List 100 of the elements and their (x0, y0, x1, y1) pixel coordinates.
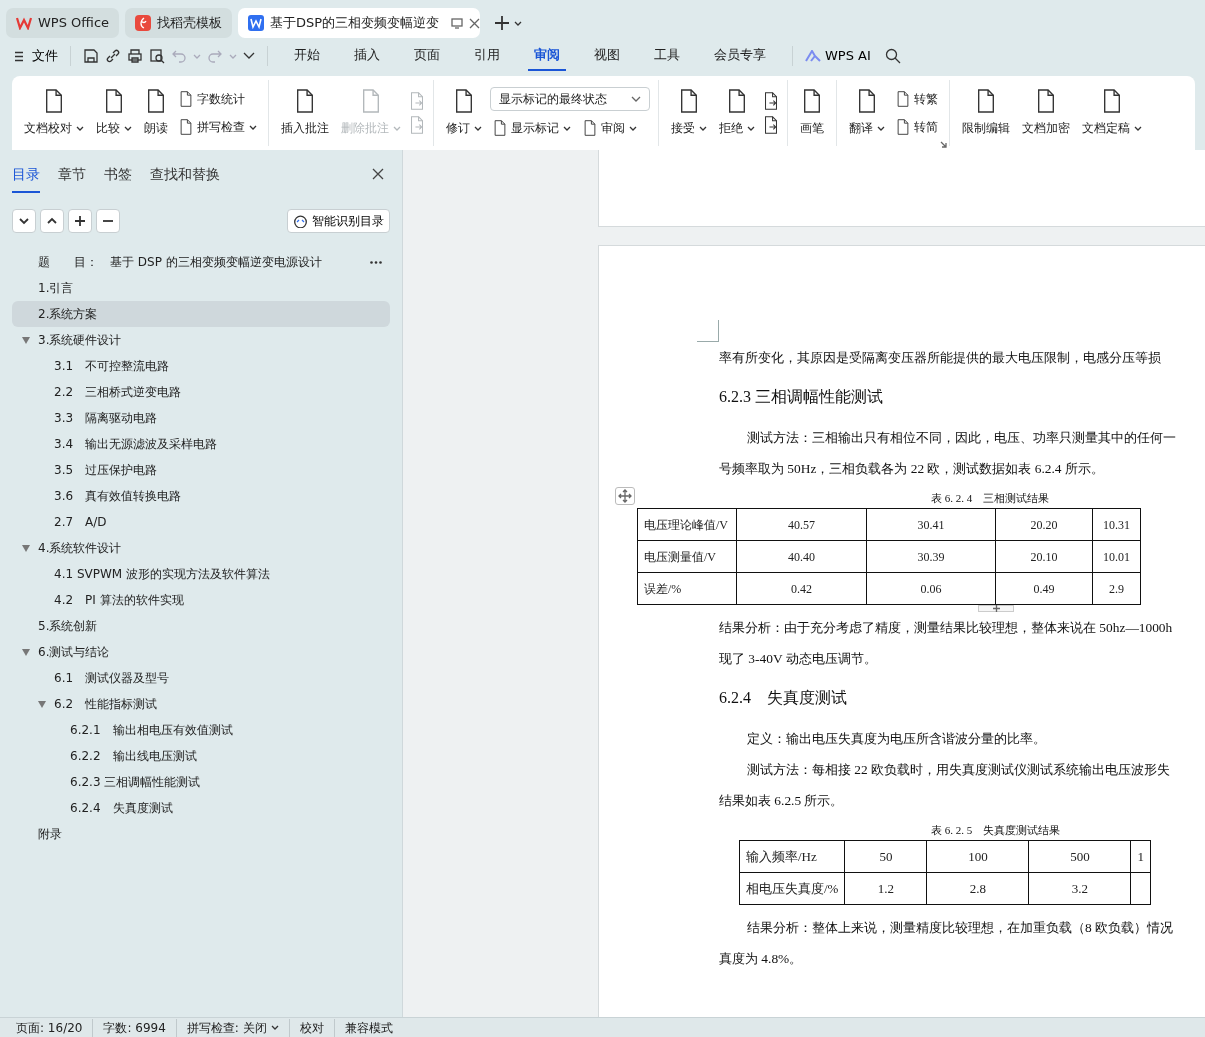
toc-entry[interactable]: 3.1 不可控整流电路 (12, 353, 390, 379)
toc-entry[interactable]: 6.测试与结论 (12, 639, 390, 665)
expanded-caret-icon[interactable] (22, 648, 30, 656)
toc-entry[interactable]: 6.2.3 三相调幅性能测试 (12, 769, 390, 795)
dialog-launcher-icon[interactable] (940, 141, 947, 148)
caret-icon (631, 96, 641, 102)
toc-entry[interactable]: 6.2.1 输出相电压有效值测试 (12, 717, 390, 743)
add-level-button[interactable] (68, 209, 92, 233)
ribbon-button[interactable]: 显示标记 (490, 117, 574, 139)
menu-tab[interactable]: 视图 (588, 41, 626, 71)
ribbon-button[interactable]: 转简 (893, 116, 941, 138)
expanded-caret-icon[interactable] (38, 700, 46, 708)
toc-entry[interactable]: 2.2 三相桥式逆变电路 (12, 379, 390, 405)
document-arrow-icon[interactable] (763, 116, 779, 134)
ai-button[interactable]: WPS AI (805, 46, 871, 66)
remove-level-button[interactable] (96, 209, 120, 233)
toc-entry[interactable]: 4.系统软件设计 (12, 535, 390, 561)
toc-entry[interactable]: 2.7 A/D (12, 509, 390, 535)
search-icon[interactable] (884, 48, 901, 64)
print-icon[interactable] (127, 48, 143, 64)
status-dropdown[interactable]: 拼写检查: 关闭 (176, 1018, 290, 1037)
toc-entry[interactable]: 5.系统创新 (12, 613, 390, 639)
toc-entry[interactable]: 3.5 过压保护电路 (12, 457, 390, 483)
display-mode-select[interactable]: 显示标记的最终状态 (490, 87, 650, 111)
status-text: 页面: 16/20 (14, 1018, 94, 1037)
more-icon[interactable] (370, 260, 382, 264)
toc-entry[interactable]: 题 目： 基于 DSP 的三相变频变幅逆变电源设计 (12, 249, 390, 275)
ribbon-button[interactable]: 朗读 (140, 87, 172, 139)
table-cell: 电压测量值/V (637, 540, 737, 573)
panel-tab[interactable]: 目录 (12, 162, 40, 193)
menu-tab[interactable]: 页面 (408, 41, 446, 71)
toc-entry[interactable]: 2.系统方案 (12, 301, 390, 327)
menu-tab[interactable]: 工具 (648, 41, 686, 71)
ribbon-button[interactable]: 拒绝 (715, 87, 759, 139)
status-text: 字数: 6994 (93, 1018, 177, 1037)
save-icon[interactable] (83, 48, 99, 64)
toc-entry[interactable]: 4.1 SVPWM 波形的实现方法及软件算法 (12, 561, 390, 587)
panel-tab[interactable]: 查找和替换 (150, 162, 220, 193)
document-icon (801, 89, 823, 113)
new-tab-button[interactable] (494, 15, 523, 31)
ribbon-button[interactable]: 文档校对 (20, 87, 88, 139)
collapse-up-button[interactable] (40, 209, 64, 233)
toc-entry[interactable]: 3.3 隔离驱动电路 (12, 405, 390, 431)
ribbon-button[interactable]: 比较 (92, 87, 136, 139)
ribbon-button[interactable]: 拼写检查 (176, 116, 260, 138)
document-arrow-icon[interactable] (763, 92, 779, 110)
document-icon (103, 89, 125, 113)
panel-tab[interactable]: 书签 (104, 162, 132, 193)
window-tab[interactable]: 基于DSP的三相变频变幅逆变 (238, 8, 481, 38)
table-cell: 100 (926, 840, 1029, 873)
toc-entry[interactable]: 1.引言 (12, 275, 390, 301)
add-row-handle[interactable] (978, 605, 1014, 612)
menu-tab[interactable]: 插入 (348, 41, 386, 71)
toc-entry[interactable]: 3.4 输出无源滤波及采样电路 (12, 431, 390, 457)
toc-entry[interactable]: 4.2 PI 算法的软件实现 (12, 587, 390, 613)
toc-entry[interactable]: 6.2.4 失真度测试 (12, 795, 390, 821)
print-preview-icon[interactable] (149, 48, 165, 64)
menu-tab[interactable]: 会员专享 (708, 41, 772, 71)
paragraph: 测试方法：每相接 22 欧负载时，用失真度测试仪测试系统输出电压波形失 (746, 761, 1171, 779)
smart-toc-button[interactable]: 智能识别目录 (287, 209, 390, 233)
menu-tab[interactable]: 开始 (288, 41, 326, 71)
toc-entry[interactable]: 附录 (12, 821, 390, 847)
ribbon-button[interactable]: 字数统计 (176, 88, 248, 110)
ribbon-button[interactable]: 画笔 (796, 87, 828, 139)
toc-entry[interactable]: 6.2.2 输出线电压测试 (12, 743, 390, 769)
menu-tab[interactable]: 审阅 (528, 41, 566, 71)
document-icon (856, 89, 878, 113)
ribbon-button[interactable]: 翻译 (845, 87, 889, 139)
link-icon[interactable] (105, 48, 121, 64)
toc-entry[interactable]: 6.1 测试仪器及型号 (12, 665, 390, 691)
ribbon-button[interactable]: 接受 (667, 87, 711, 139)
close-icon[interactable] (372, 168, 384, 180)
toc-entry[interactable]: 3.系统硬件设计 (12, 327, 390, 353)
document-icon (726, 89, 748, 113)
paragraph: 真度为 4.8%。 (719, 950, 803, 968)
ribbon-button[interactable]: 审阅 (580, 117, 640, 139)
status-text: 兼容模式 (343, 1019, 394, 1037)
expand-down-button[interactable] (12, 209, 36, 233)
toc-entry[interactable]: 6.2 性能指标测试 (12, 691, 390, 717)
document-icon (678, 89, 700, 113)
more-caret-icon[interactable] (243, 52, 255, 60)
ribbon-button[interactable]: 文档定稿 (1078, 87, 1146, 139)
expanded-caret-icon[interactable] (22, 544, 30, 552)
panel-tab[interactable]: 章节 (58, 162, 86, 193)
expanded-caret-icon[interactable] (22, 336, 30, 344)
menu-tab[interactable]: 引用 (468, 41, 506, 71)
ribbon-button[interactable]: 修订 (442, 87, 486, 139)
close-icon[interactable] (469, 17, 481, 29)
window-tab[interactable]: 找稻壳模板 (125, 8, 233, 38)
section-heading: 6.2.4 失真度测试 (719, 688, 847, 708)
file-menu-button[interactable]: 文件 (14, 46, 58, 66)
ribbon-button[interactable]: 转繁 (893, 88, 941, 110)
margin-mark (697, 320, 719, 342)
ribbon-button[interactable]: 限制编辑 (958, 87, 1014, 139)
toc-entry[interactable]: 3.6 真有效值转换电路 (12, 483, 390, 509)
table-cell: 10.01 (1092, 540, 1141, 573)
table-move-handle[interactable] (615, 487, 635, 505)
window-tab[interactable]: WPS Office (6, 8, 120, 38)
ribbon-button[interactable]: 文档加密 (1018, 87, 1074, 139)
ribbon-button[interactable]: 插入批注 (277, 87, 333, 139)
